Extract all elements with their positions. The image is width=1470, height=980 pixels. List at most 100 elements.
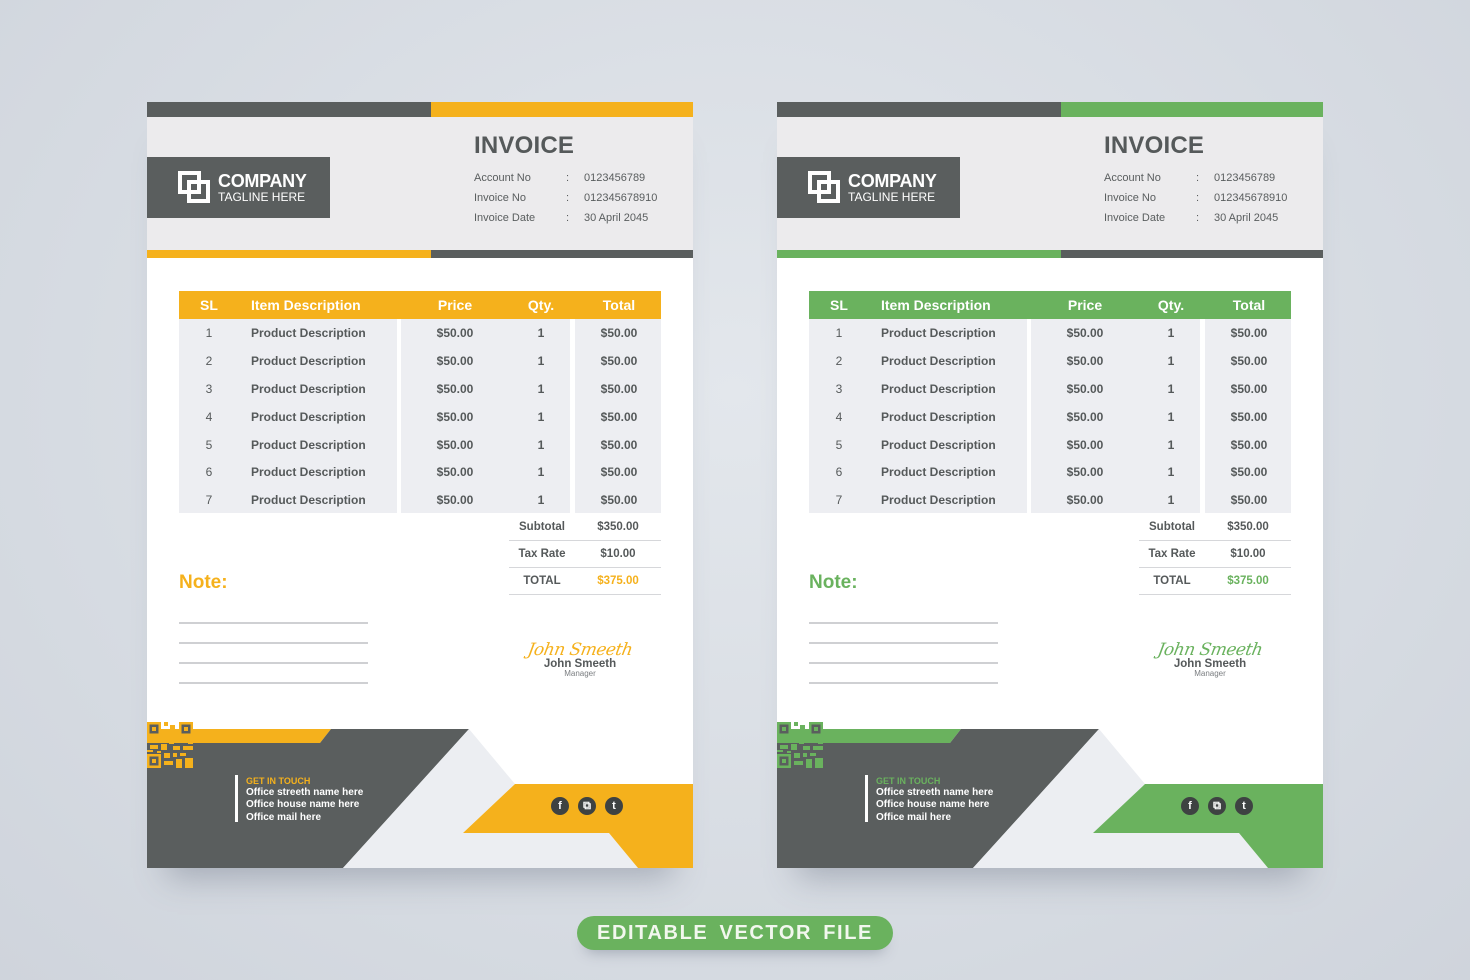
header-qty: Qty. <box>527 297 555 313</box>
meta-separator: : <box>566 192 570 204</box>
invoice-title: INVOICE <box>1104 132 1205 159</box>
meta-separator: : <box>1196 212 1200 224</box>
row-price: $50.00 <box>436 493 474 508</box>
table-row: 6 Product Description $50.00 1 $50.00 <box>809 458 1291 486</box>
items-table: SL Item Description Price Qty. Total 1 Pr… <box>809 291 1291 513</box>
meta-row: Invoice Date : 30 April 2045 <box>474 208 657 228</box>
row-description: Product Description <box>881 437 996 452</box>
qr-code-icon <box>147 722 193 768</box>
note-line <box>179 644 368 664</box>
table-header: SL Item Description Price Qty. Total <box>179 291 661 319</box>
row-sl: 5 <box>205 437 213 452</box>
table-row: 3 Product Description $50.00 1 $50.00 <box>809 375 1291 403</box>
meta-label: Invoice Date <box>1104 212 1166 224</box>
contact-heading: GET IN TOUCH <box>246 776 311 786</box>
meta-value: 0123456789 <box>584 172 646 184</box>
row-qty: 1 <box>1167 353 1175 368</box>
table-body: 1 Product Description $50.00 1 $50.00 2 Produc… <box>809 319 1291 513</box>
row-price: $50.00 <box>436 437 474 452</box>
tax-value: $10.00 <box>1230 548 1266 560</box>
header-qty: Qty. <box>1157 297 1185 313</box>
subtotal-row: Subtotal $350.00 <box>509 514 661 541</box>
table-row: 3 Product Description $50.00 1 $50.00 <box>179 375 661 403</box>
row-description: Product Description <box>251 325 366 340</box>
totals-summary: Subtotal $350.00 Tax Rate $10.00 TOTAL $… <box>509 514 661 595</box>
footer: GET IN TOUCH Office streeth name here Of… <box>147 722 693 868</box>
row-price: $50.00 <box>436 465 474 480</box>
editable-vector-file-badge: EDITABLE VECTOR FILE <box>577 916 893 950</box>
meta-label: Account No <box>474 172 531 184</box>
total-value: $375.00 <box>597 575 639 587</box>
row-sl: 1 <box>205 325 213 340</box>
header-price: Price <box>437 297 473 313</box>
signature-script: John Smeeth <box>1155 640 1265 660</box>
top-accent-bar <box>777 102 1323 117</box>
meta-label: Invoice No <box>1104 192 1156 204</box>
invoice-meta: Account No : 0123456789 Invoice No : 012… <box>474 168 657 228</box>
row-price: $50.00 <box>1066 353 1104 368</box>
contact-heading: GET IN TOUCH <box>876 776 941 786</box>
total-label: TOTAL <box>523 575 561 587</box>
header-divider-bar <box>777 250 1323 258</box>
row-description: Product Description <box>881 465 996 480</box>
row-sl: 6 <box>205 465 213 480</box>
meta-row: Account No : 0123456789 <box>474 168 657 188</box>
header-description: Item Description <box>881 297 991 313</box>
social-links: f ⧉ t <box>551 797 623 815</box>
company-name: COMPANY <box>218 171 307 191</box>
header-sl: SL <box>200 297 218 313</box>
header-total: Total <box>1232 297 1266 313</box>
note-line <box>809 624 998 644</box>
row-qty: 1 <box>1167 381 1175 396</box>
table-row: 2 Product Description $50.00 1 $50.00 <box>179 347 661 375</box>
contact-house: Office house name here <box>876 799 990 811</box>
header-divider-bar <box>147 250 693 258</box>
instagram-icon[interactable]: ⧉ <box>1208 797 1226 815</box>
subtotal-label: Subtotal <box>1149 521 1195 533</box>
note-lines <box>809 604 998 684</box>
tax-row: Tax Rate $10.00 <box>1139 541 1291 568</box>
header-description: Item Description <box>251 297 361 313</box>
row-price: $50.00 <box>1066 465 1104 480</box>
subtotal-row: Subtotal $350.00 <box>1139 514 1291 541</box>
row-price: $50.00 <box>1066 381 1104 396</box>
subtotal-label: Subtotal <box>519 521 565 533</box>
row-description: Product Description <box>251 437 366 452</box>
facebook-icon[interactable]: f <box>1181 797 1199 815</box>
twitter-icon[interactable]: t <box>1235 797 1253 815</box>
invoice-orange: COMPANY TAGLINE HERE INVOICE Account No … <box>147 102 693 868</box>
signatory-role: Manager <box>1194 669 1226 678</box>
instagram-icon[interactable]: ⧉ <box>578 797 596 815</box>
row-qty: 1 <box>537 325 545 340</box>
meta-value: 012345678910 <box>1214 192 1288 204</box>
signature-block: John Smeeth John Smeeth Manager <box>517 640 643 678</box>
table-header: SL Item Description Price Qty. Total <box>809 291 1291 319</box>
row-description: Product Description <box>251 381 366 396</box>
row-total: $50.00 <box>600 465 638 480</box>
table-row: 1 Product Description $50.00 1 $50.00 <box>179 319 661 347</box>
row-sl: 4 <box>205 409 213 424</box>
row-qty: 1 <box>537 353 545 368</box>
facebook-icon[interactable]: f <box>551 797 569 815</box>
row-description: Product Description <box>251 465 366 480</box>
contact-street: Office streeth name here <box>246 787 364 799</box>
meta-value: 30 April 2045 <box>1214 212 1279 224</box>
table-body: 1 Product Description $50.00 1 $50.00 2 Produc… <box>179 319 661 513</box>
meta-row: Invoice Date : 30 April 2045 <box>1104 208 1287 228</box>
row-description: Product Description <box>251 353 366 368</box>
subtotal-value: $350.00 <box>597 521 639 533</box>
overlapping-squares-icon <box>178 170 212 205</box>
row-price: $50.00 <box>436 353 474 368</box>
totals-summary: Subtotal $350.00 Tax Rate $10.00 TOTAL $… <box>1139 514 1291 595</box>
tax-label: Tax Rate <box>1148 548 1196 560</box>
meta-value: 30 April 2045 <box>584 212 649 224</box>
row-qty: 1 <box>537 409 545 424</box>
row-description: Product Description <box>881 493 996 508</box>
row-sl: 3 <box>835 381 843 396</box>
signatory-role: Manager <box>564 669 596 678</box>
row-description: Product Description <box>881 325 996 340</box>
table-row: 6 Product Description $50.00 1 $50.00 <box>179 458 661 486</box>
table-row: 5 Product Description $50.00 1 $50.00 <box>179 431 661 459</box>
invoice-green: COMPANY TAGLINE HERE INVOICE Account No … <box>777 102 1323 868</box>
twitter-icon[interactable]: t <box>605 797 623 815</box>
